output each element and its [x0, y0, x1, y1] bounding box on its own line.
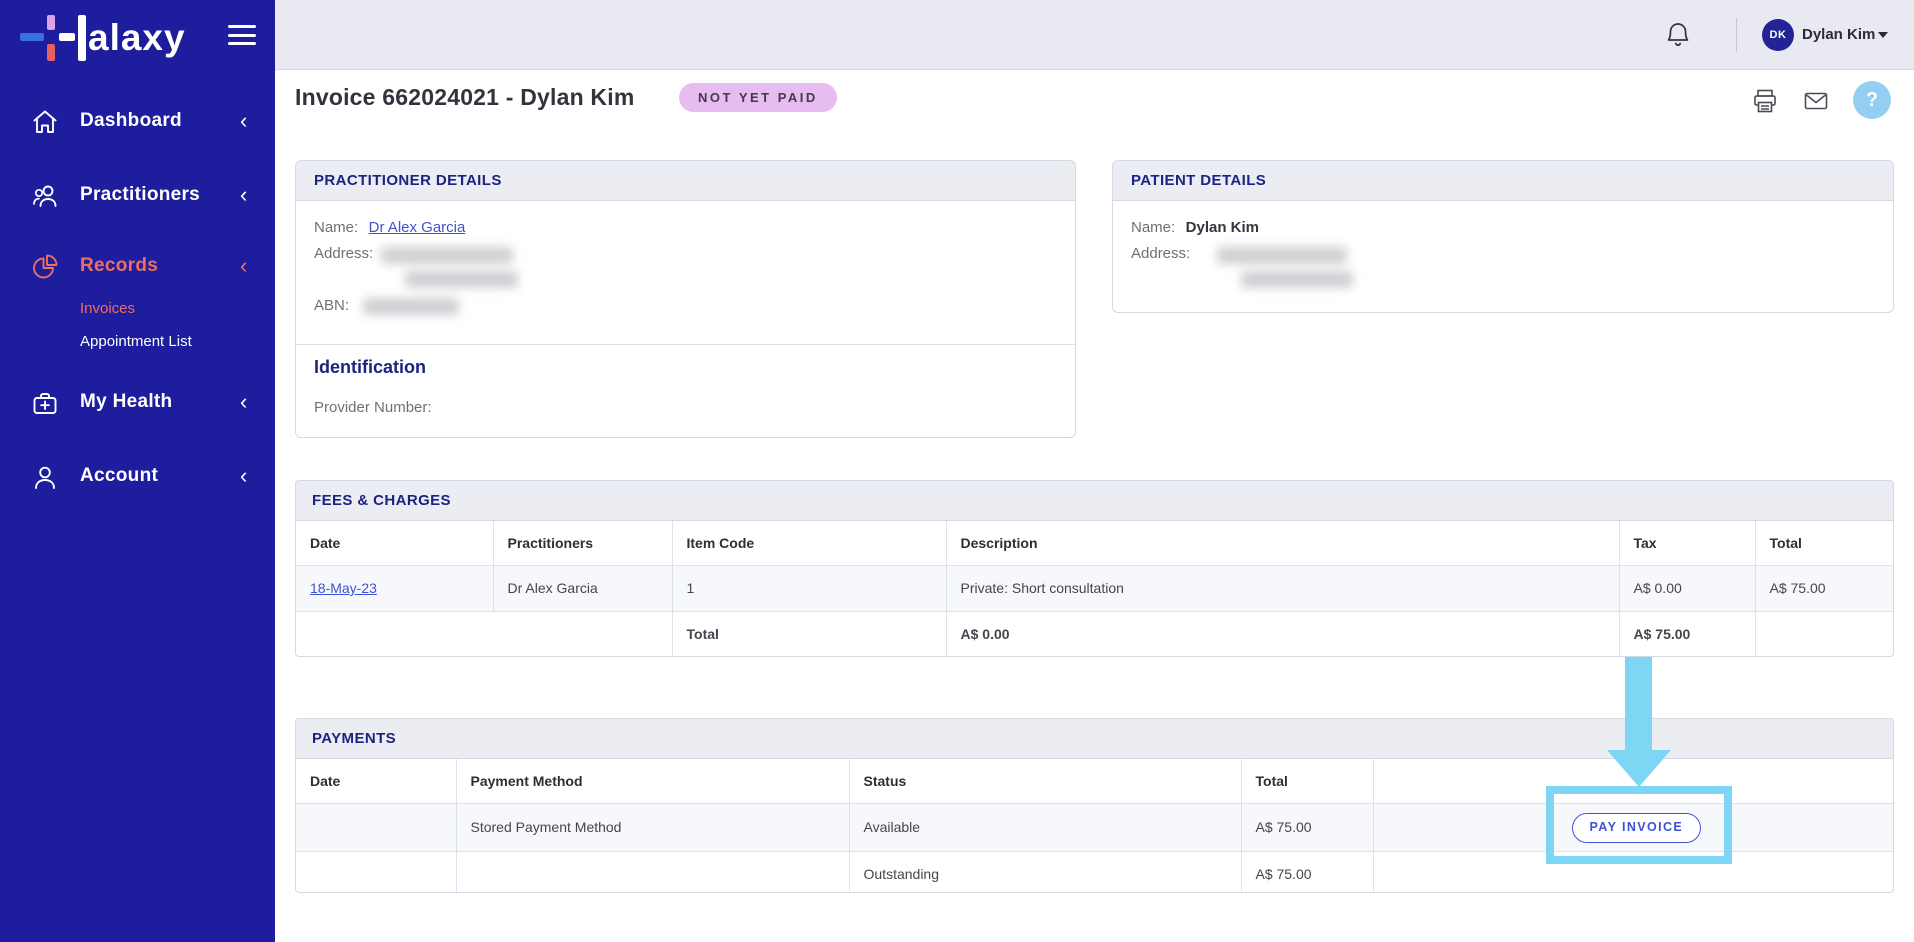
status-badge: NOT YET PAID — [679, 83, 837, 112]
redacted-practitioner-address-line1 — [381, 247, 513, 264]
identification-title: Identification — [314, 357, 426, 378]
fees-amount-total: A$ 75.00 — [1619, 611, 1755, 657]
person-icon — [31, 463, 59, 491]
logo-cross-lavender — [47, 15, 55, 30]
fees-row: 18-May-23 Dr Alex Garcia 1 Private: Shor… — [296, 565, 1893, 611]
card-divider — [296, 344, 1075, 345]
topbar-divider — [1736, 18, 1737, 52]
fee-tax: A$ 0.00 — [1619, 565, 1755, 611]
fees-footer-row: Total A$ 0.00 A$ 75.00 — [296, 611, 1893, 657]
fee-practitioner: Dr Alex Garcia — [493, 565, 672, 611]
logo-h-stem — [78, 15, 86, 61]
fees-charges-title: FEES & CHARGES — [296, 481, 1893, 521]
envelope-icon[interactable] — [1803, 88, 1829, 114]
home-icon — [31, 108, 59, 136]
payment-method — [456, 851, 849, 893]
help-icon[interactable]: ? — [1853, 81, 1891, 119]
annotation-arrow-head-icon — [1607, 750, 1671, 787]
patient-details-card: PATIENT DETAILS Name: Dylan Kim Address: — [1112, 160, 1894, 313]
sidebar-item-practitioners[interactable]: Practitioners ‹ — [0, 174, 275, 218]
chevron-left-icon: ‹ — [240, 389, 247, 415]
practitioner-address-label: Address: — [314, 245, 373, 262]
fee-total: A$ 75.00 — [1755, 565, 1893, 611]
provider-number-label: Provider Number: — [314, 399, 432, 416]
people-icon — [31, 182, 59, 210]
fees-tax-total: A$ 0.00 — [946, 611, 1619, 657]
avatar[interactable]: DK — [1762, 19, 1794, 51]
topbar: DK Dylan Kim — [275, 0, 1914, 70]
redacted-patient-address-line2 — [1241, 271, 1353, 288]
sidebar-subitem-invoices[interactable]: Invoices — [80, 300, 135, 317]
sidebar-item-account[interactable]: Account ‹ — [0, 455, 275, 499]
payment-method: Stored Payment Method — [456, 803, 849, 851]
chevron-left-icon: ‹ — [240, 463, 247, 489]
sidebar-subitem-appointment-list[interactable]: Appointment List — [80, 333, 192, 350]
fees-charges-table: Date Practitioners Item Code Description… — [296, 521, 1893, 657]
payment-status: Available — [849, 803, 1241, 851]
logo-cross-blue — [20, 33, 44, 41]
practitioner-name-row: Name: Dr Alex Garcia — [314, 219, 465, 237]
payment-total: A$ 75.00 — [1241, 803, 1373, 851]
logo-wordmark: alaxy — [88, 15, 186, 61]
fee-item-code: 1 — [672, 565, 946, 611]
chevron-left-icon: ‹ — [240, 182, 247, 208]
payment-date — [296, 851, 456, 893]
patient-name-row: Name: Dylan Kim — [1131, 219, 1259, 237]
practitioner-details-card: PRACTITIONER DETAILS Name: Dr Alex Garci… — [295, 160, 1076, 438]
payment-total: A$ 75.00 — [1241, 851, 1373, 893]
logo-h-dash — [59, 33, 75, 41]
practitioner-details-title: PRACTITIONER DETAILS — [296, 161, 1075, 201]
annotation-arrow-shaft — [1625, 657, 1652, 752]
redacted-patient-address-line1 — [1217, 247, 1347, 264]
practitioner-name-link[interactable]: Dr Alex Garcia — [369, 219, 466, 236]
fees-charges-section: FEES & CHARGES Date Practitioners Item C… — [295, 480, 1894, 657]
medical-bag-icon — [31, 389, 59, 417]
payment-date — [296, 803, 456, 851]
patient-details-title: PATIENT DETAILS — [1113, 161, 1893, 201]
caret-down-icon[interactable] — [1878, 32, 1888, 38]
fees-total-label: Total — [672, 611, 946, 657]
patient-name-value: Dylan Kim — [1186, 219, 1259, 236]
pie-chart-icon — [31, 253, 59, 281]
chevron-left-icon: ‹ — [240, 253, 247, 279]
page-title: Invoice 662024021 - Dylan Kim — [295, 84, 634, 111]
redacted-practitioner-abn — [363, 298, 459, 315]
fee-date-link[interactable]: 18-May-23 — [310, 580, 377, 596]
fees-header-row: Date Practitioners Item Code Description… — [296, 521, 1893, 565]
payment-status: Outstanding — [849, 851, 1241, 893]
user-menu[interactable]: Dylan Kim — [1802, 26, 1875, 43]
redacted-practitioner-address-line2 — [405, 271, 518, 288]
logo-cross-coral — [47, 44, 55, 61]
practitioner-abn-label: ABN: — [314, 297, 349, 314]
patient-address-label: Address: — [1131, 245, 1190, 262]
hamburger-menu-icon[interactable] — [228, 25, 258, 49]
sidebar: alaxy Dashboard ‹ Practitioners ‹ Record… — [0, 0, 275, 942]
bell-icon[interactable] — [1665, 21, 1691, 49]
fee-description: Private: Short consultation — [946, 565, 1619, 611]
printer-icon[interactable] — [1752, 88, 1778, 114]
chevron-left-icon: ‹ — [240, 108, 247, 134]
sidebar-item-records[interactable]: Records ‹ — [0, 245, 275, 289]
sidebar-item-dashboard[interactable]: Dashboard ‹ — [0, 100, 275, 144]
annotation-highlight-box — [1546, 786, 1732, 864]
sidebar-item-my-health[interactable]: My Health ‹ — [0, 381, 275, 425]
